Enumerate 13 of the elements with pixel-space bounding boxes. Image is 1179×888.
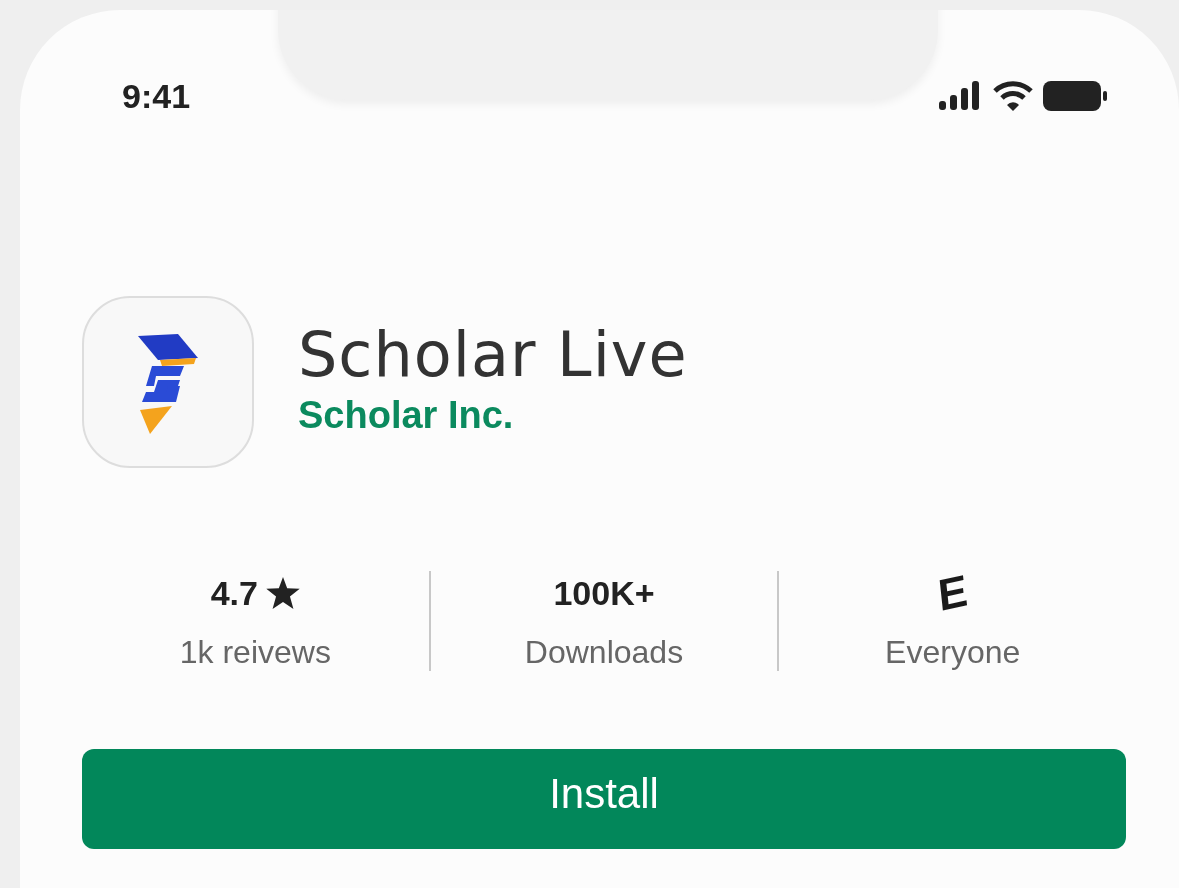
install-button[interactable]: Install (82, 749, 1126, 849)
wifi-icon (993, 80, 1033, 112)
rating-letter: E (935, 564, 970, 622)
stat-label: Everyone (885, 634, 1021, 671)
battery-icon (1043, 81, 1107, 111)
stat-label: Downloads (524, 634, 684, 671)
stat-value: 4.7 (210, 573, 258, 613)
stat-label: 1k reivews (179, 634, 331, 671)
developer-link[interactable]: Scholar Inc. (298, 392, 688, 438)
stat-value: 100K+ (553, 573, 655, 613)
status-time: 9:41 (122, 76, 191, 116)
star-icon (265, 577, 300, 609)
app-title: Scholar Live (298, 318, 688, 392)
